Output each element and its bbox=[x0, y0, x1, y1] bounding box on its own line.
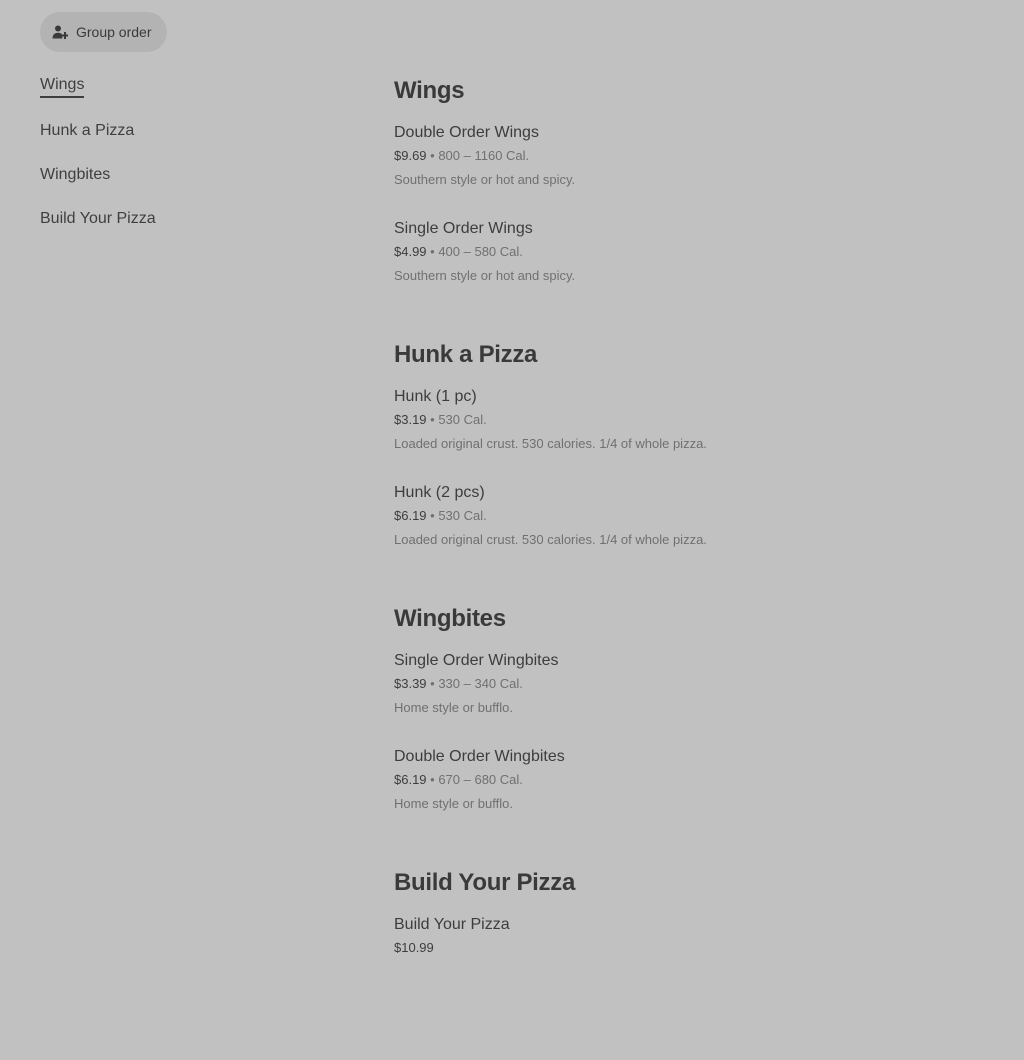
item-price: $3.19 bbox=[394, 412, 427, 427]
menu-item[interactable]: Single Order Wings $4.99 • 400 – 580 Cal… bbox=[394, 218, 994, 285]
item-name: Hunk (2 pcs) bbox=[394, 484, 485, 501]
item-calories: 530 Cal. bbox=[438, 412, 487, 427]
item-price: $9.69 bbox=[394, 148, 427, 163]
section-wingbites: Wingbites Single Order Wingbites $3.39 •… bbox=[394, 602, 994, 813]
nav-item-build-your-pizza[interactable]: Build Your Pizza bbox=[40, 208, 156, 230]
item-price: $6.19 bbox=[394, 508, 427, 523]
category-nav: Wings Hunk a Pizza Wingbites Build Your … bbox=[40, 74, 340, 252]
item-price: $3.39 bbox=[394, 676, 427, 691]
meta-separator: • bbox=[426, 676, 439, 691]
nav-item-wingbites[interactable]: Wingbites bbox=[40, 164, 110, 186]
item-meta: $9.69 • 800 – 1160 Cal. bbox=[394, 147, 994, 165]
nav-item-wings[interactable]: Wings bbox=[40, 74, 85, 98]
section-title: Wingbites bbox=[394, 605, 506, 632]
item-meta: $6.19 • 670 – 680 Cal. bbox=[394, 771, 994, 789]
item-description: Loaded original crust. 530 calories. 1/4… bbox=[394, 436, 707, 451]
meta-separator: • bbox=[426, 412, 439, 427]
item-price: $4.99 bbox=[394, 244, 427, 259]
item-name: Single Order Wingbites bbox=[394, 652, 559, 669]
group-order-button[interactable]: Group order bbox=[40, 12, 168, 52]
item-description: Home style or bufflo. bbox=[394, 700, 513, 715]
menu-item[interactable]: Build Your Pizza $10.99 bbox=[394, 914, 994, 957]
item-description: Home style or bufflo. bbox=[394, 796, 513, 811]
menu-item[interactable]: Double Order Wings $9.69 • 800 – 1160 Ca… bbox=[394, 122, 994, 189]
group-order-label: Group order bbox=[76, 24, 152, 40]
section-title: Build Your Pizza bbox=[394, 869, 576, 896]
section-hunk-a-pizza: Hunk a Pizza Hunk (1 pc) $3.19 • 530 Cal… bbox=[394, 338, 994, 549]
item-name: Hunk (1 pc) bbox=[394, 388, 477, 405]
meta-separator: • bbox=[426, 508, 439, 523]
section-title: Wings bbox=[394, 77, 465, 104]
item-name: Build Your Pizza bbox=[394, 916, 510, 933]
item-description: Southern style or hot and spicy. bbox=[394, 172, 576, 187]
item-calories: 670 – 680 Cal. bbox=[438, 772, 523, 787]
item-name: Single Order Wings bbox=[394, 220, 533, 237]
menu-list: Wings Double Order Wings $9.69 • 800 – 1… bbox=[394, 74, 994, 957]
item-meta: $3.19 • 530 Cal. bbox=[394, 411, 994, 429]
item-price: $10.99 bbox=[394, 940, 434, 955]
item-description: Loaded original crust. 530 calories. 1/4… bbox=[394, 532, 707, 547]
menu-item[interactable]: Double Order Wingbites $6.19 • 670 – 680… bbox=[394, 746, 994, 813]
add-person-icon bbox=[52, 24, 68, 40]
item-name: Double Order Wingbites bbox=[394, 748, 565, 765]
item-name: Double Order Wings bbox=[394, 124, 539, 141]
nav-item-hunk-a-pizza[interactable]: Hunk a Pizza bbox=[40, 120, 134, 142]
meta-separator: • bbox=[426, 772, 439, 787]
menu-item[interactable]: Hunk (1 pc) $3.19 • 530 Cal. Loaded orig… bbox=[394, 386, 994, 453]
item-price: $6.19 bbox=[394, 772, 427, 787]
meta-separator: • bbox=[426, 244, 439, 259]
item-calories: 330 – 340 Cal. bbox=[438, 676, 523, 691]
menu-item[interactable]: Single Order Wingbites $3.39 • 330 – 340… bbox=[394, 650, 994, 717]
item-meta: $10.99 bbox=[394, 939, 994, 957]
menu-item[interactable]: Hunk (2 pcs) $6.19 • 530 Cal. Loaded ori… bbox=[394, 482, 994, 549]
item-meta: $4.99 • 400 – 580 Cal. bbox=[394, 243, 994, 261]
item-description: Southern style or hot and spicy. bbox=[394, 268, 576, 283]
item-calories: 530 Cal. bbox=[438, 508, 487, 523]
section-wings: Wings Double Order Wings $9.69 • 800 – 1… bbox=[394, 74, 994, 285]
menu-page: Group order Wings Hunk a Pizza Wingbites… bbox=[0, 0, 1024, 1060]
item-calories: 800 – 1160 Cal. bbox=[438, 148, 530, 163]
item-calories: 400 – 580 Cal. bbox=[438, 244, 523, 259]
item-meta: $6.19 • 530 Cal. bbox=[394, 507, 994, 525]
item-meta: $3.39 • 330 – 340 Cal. bbox=[394, 675, 994, 693]
section-build-your-pizza: Build Your Pizza Build Your Pizza $10.99 bbox=[394, 866, 994, 957]
meta-separator: • bbox=[426, 148, 439, 163]
section-title: Hunk a Pizza bbox=[394, 341, 538, 368]
